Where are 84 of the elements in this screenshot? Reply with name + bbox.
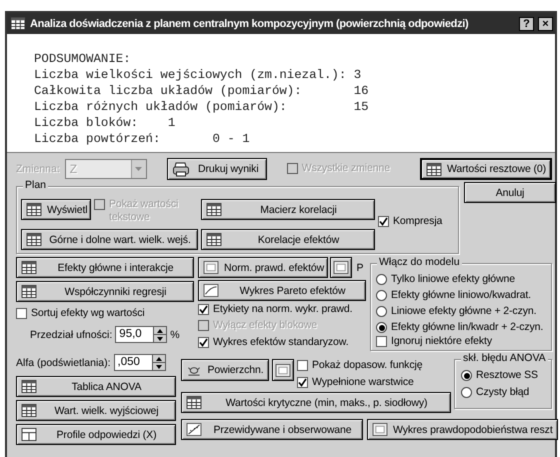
effect-correlations-button[interactable]: Korelacje efektów — [201, 229, 375, 250]
table-icon — [26, 233, 42, 246]
cancel-button[interactable]: Anuluj — [464, 182, 556, 203]
checkbox[interactable]: Wypełnione warstwice — [297, 376, 414, 389]
normal-plot-button[interactable]: Norm. prawd. efektów — [198, 257, 328, 278]
window-icon — [203, 261, 219, 274]
arrow-up-icon — [156, 356, 162, 360]
checkbox[interactable]: Sortuj efekty wg wartości — [16, 307, 145, 320]
arrow-up-icon — [157, 328, 164, 332]
group-title: Plan — [23, 179, 48, 191]
table-icon — [26, 203, 42, 216]
checkbox[interactable]: Ignoruj niektóre efekty — [376, 335, 492, 348]
window-icon — [333, 261, 349, 274]
checkbox[interactable]: Wykres efektów standaryzow. — [198, 336, 349, 349]
group-title: skł. błędu ANOVA — [461, 352, 548, 364]
window-icon — [372, 423, 388, 436]
check-icon — [199, 338, 208, 347]
checkbox[interactable]: Etykiety na norm. wykr. prawd. — [198, 303, 352, 316]
caret-icon — [135, 167, 142, 171]
table-icon — [21, 285, 37, 298]
app-icon — [10, 17, 26, 30]
radio-circle[interactable] — [461, 387, 472, 398]
arrow-down-icon — [157, 336, 164, 340]
table-icon — [426, 162, 442, 176]
icon-button[interactable] — [272, 359, 294, 381]
close-button[interactable]: × — [538, 16, 553, 30]
radio-circle[interactable] — [376, 290, 387, 301]
radio-button[interactable]: Resztowe SS — [461, 369, 538, 382]
field-label: Przedział ufności: — [30, 328, 112, 340]
anova-table-button[interactable]: Tablica ANOVA — [16, 376, 176, 397]
radio-circle[interactable] — [376, 322, 387, 333]
table-icon — [21, 261, 37, 274]
correlation-matrix-button[interactable]: Macierz korelacji — [201, 199, 375, 220]
window-title: Analiza doświadczenia z planem centralnym kompozycyjnym (powierzchnią odpowiedzi) — [30, 18, 470, 30]
window-icon — [275, 364, 291, 376]
radio-circle[interactable] — [461, 370, 472, 381]
printer-icon — [172, 162, 190, 176]
group-title: Włącz do modelu — [377, 256, 462, 268]
surface-button[interactable]: Powierzchn. — [181, 359, 269, 381]
radio-circle[interactable] — [376, 306, 387, 317]
checkbox[interactable]: Kompresja — [378, 214, 442, 228]
field-label: Alfa (podświetlania): — [16, 356, 111, 368]
grid-icon — [21, 428, 37, 441]
table-icon — [206, 203, 222, 216]
check-icon — [298, 378, 307, 387]
table-icon — [21, 404, 37, 417]
line-chart-icon — [186, 423, 202, 436]
radio-circle[interactable] — [376, 274, 387, 285]
check-icon — [199, 305, 208, 314]
output-line: Liczba różnych układów (pomiarów): 15 — [34, 99, 370, 115]
icon-button[interactable] — [330, 257, 352, 278]
table-icon — [186, 396, 202, 409]
residual-probability-button[interactable]: Wykres prawdopodobieństwa reszt — [367, 419, 558, 440]
print-button[interactable]: Drukuj wyniki — [166, 158, 267, 180]
pareto-button[interactable]: Wykres Pareto efektów — [198, 280, 366, 301]
coefficients-button[interactable]: Współczynniki regresji — [16, 281, 194, 302]
output-line: Liczba bloków: 1 — [34, 115, 176, 131]
predicted-observed-button[interactable]: Przewidywane i obserwowane — [181, 419, 363, 440]
residuals-button[interactable]: Wartości resztowe (0) — [420, 158, 552, 180]
output-values-button[interactable]: Wart. wielk. wyjściowej — [16, 400, 176, 421]
radio-button[interactable]: Efekty główne lin/kwadr + 2-czyn. — [376, 321, 544, 334]
output-line: Liczba powtórzeń: 0 - 1 — [34, 131, 251, 147]
output-line: Całkowita liczba układów (pomiarów): 16 — [34, 83, 370, 99]
arrow-down-icon — [156, 364, 162, 368]
output-line: PODSUMOWANIE: — [34, 51, 132, 67]
critical-values-button[interactable]: Wartości krytyczne (min, maks., p. siodłowy) — [181, 392, 451, 413]
help-button[interactable]: ? — [519, 16, 534, 30]
checkbox[interactable]: Pokaż dopasow. funkcję — [297, 359, 422, 372]
line-chart-icon — [203, 284, 219, 297]
spin-field[interactable]: 95,0 — [115, 326, 168, 343]
spin-field[interactable]: ,050 — [114, 354, 166, 371]
radio-button[interactable]: Efekty główne liniowo/kwadrat. — [376, 289, 531, 302]
display-button[interactable]: Wyświetl — [21, 199, 91, 220]
radio-button[interactable]: Czysty błąd — [461, 386, 530, 399]
radio-button[interactable]: Liniowe efekty główne + 2-czyn. — [376, 305, 536, 318]
table-icon — [206, 233, 222, 246]
table-icon — [21, 380, 37, 393]
radio-button[interactable]: Tylko liniowe efekty główne — [376, 273, 515, 286]
unit-label: % — [170, 328, 180, 340]
output-line: Liczba wielkości wejściowych (zm.niezal.): 3 — [34, 67, 362, 83]
check-icon — [379, 216, 388, 226]
profiles-button[interactable]: Profile odpowiedzi (X) — [16, 424, 176, 445]
bounds-button[interactable]: Górne i dolne wart. wielk. wejś. — [21, 229, 198, 250]
effects-button[interactable]: Efekty główne i interakcje — [16, 257, 194, 278]
